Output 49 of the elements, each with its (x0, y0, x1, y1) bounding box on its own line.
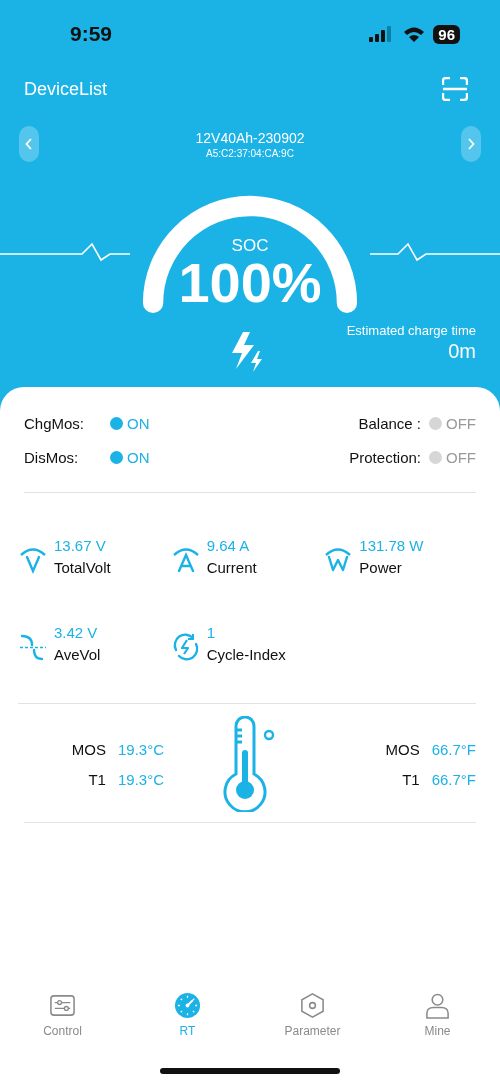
tab[interactable]: Control (0, 992, 125, 1038)
temperature-value: 19.3°C (117, 740, 164, 758)
temperature-value: 66.7°F (431, 770, 476, 788)
switch-label: ChgMos: (24, 415, 86, 432)
chevron-right-icon (467, 138, 475, 150)
metric-value: 3.42 V (54, 624, 99, 641)
chevron-left-icon (25, 138, 33, 150)
sensor-label: MOS (71, 740, 106, 758)
sensor-label: MOS (385, 740, 420, 758)
battery-level: 96 (433, 24, 460, 44)
metric-label: Cycle-Index (206, 646, 286, 663)
wifi-icon (403, 26, 426, 42)
sensor-label: T1 (401, 770, 420, 788)
metric-label: TotalVolt (54, 559, 111, 576)
sliders-icon (49, 992, 76, 1019)
switch-label: DisMos: (24, 449, 80, 466)
device-address: A5:C2:37:04:CA:9C (206, 147, 294, 159)
device-name: 12V40Ah-230902 (195, 129, 305, 146)
scan-icon[interactable] (442, 77, 468, 101)
metric-value: 1 (206, 624, 216, 641)
hexagon-icon (299, 992, 326, 1019)
status-indicator: ON (110, 415, 150, 432)
previous-button[interactable] (19, 126, 39, 162)
status-indicator: OFF (429, 415, 476, 432)
status-indicator: ON (110, 449, 150, 466)
metric-value: 9.64 A (206, 537, 251, 554)
metric-label: Power (359, 559, 403, 576)
metric-value: 13.67 V (54, 537, 107, 554)
tab[interactable]: Mine (375, 992, 500, 1038)
sensor-label: T1 (87, 770, 106, 788)
next-button[interactable] (461, 126, 481, 162)
charge-time-label: Estimated charge time (346, 323, 476, 338)
charge-time-value: 0m (448, 340, 476, 363)
temperature-value: 19.3°C (117, 770, 164, 788)
metric-label: AveVol (54, 646, 101, 663)
temperature-value: 66.7°F (431, 740, 476, 758)
volt-icon (18, 545, 48, 575)
switch-label: Protection: (349, 449, 421, 466)
switch-label: Balance : (358, 415, 421, 432)
gauge-icon (174, 992, 201, 1019)
wave-icon (18, 632, 48, 662)
status-indicator: OFF (429, 449, 476, 466)
status-time: 9:59 (70, 22, 113, 46)
person-icon (424, 992, 451, 1019)
device-list-link[interactable]: DeviceList (24, 78, 108, 100)
tab[interactable]: RT (125, 992, 250, 1038)
tab[interactable]: Parameter (250, 992, 375, 1038)
metric-value: 131.78 W (359, 537, 424, 554)
metric-label: Current (206, 559, 257, 576)
